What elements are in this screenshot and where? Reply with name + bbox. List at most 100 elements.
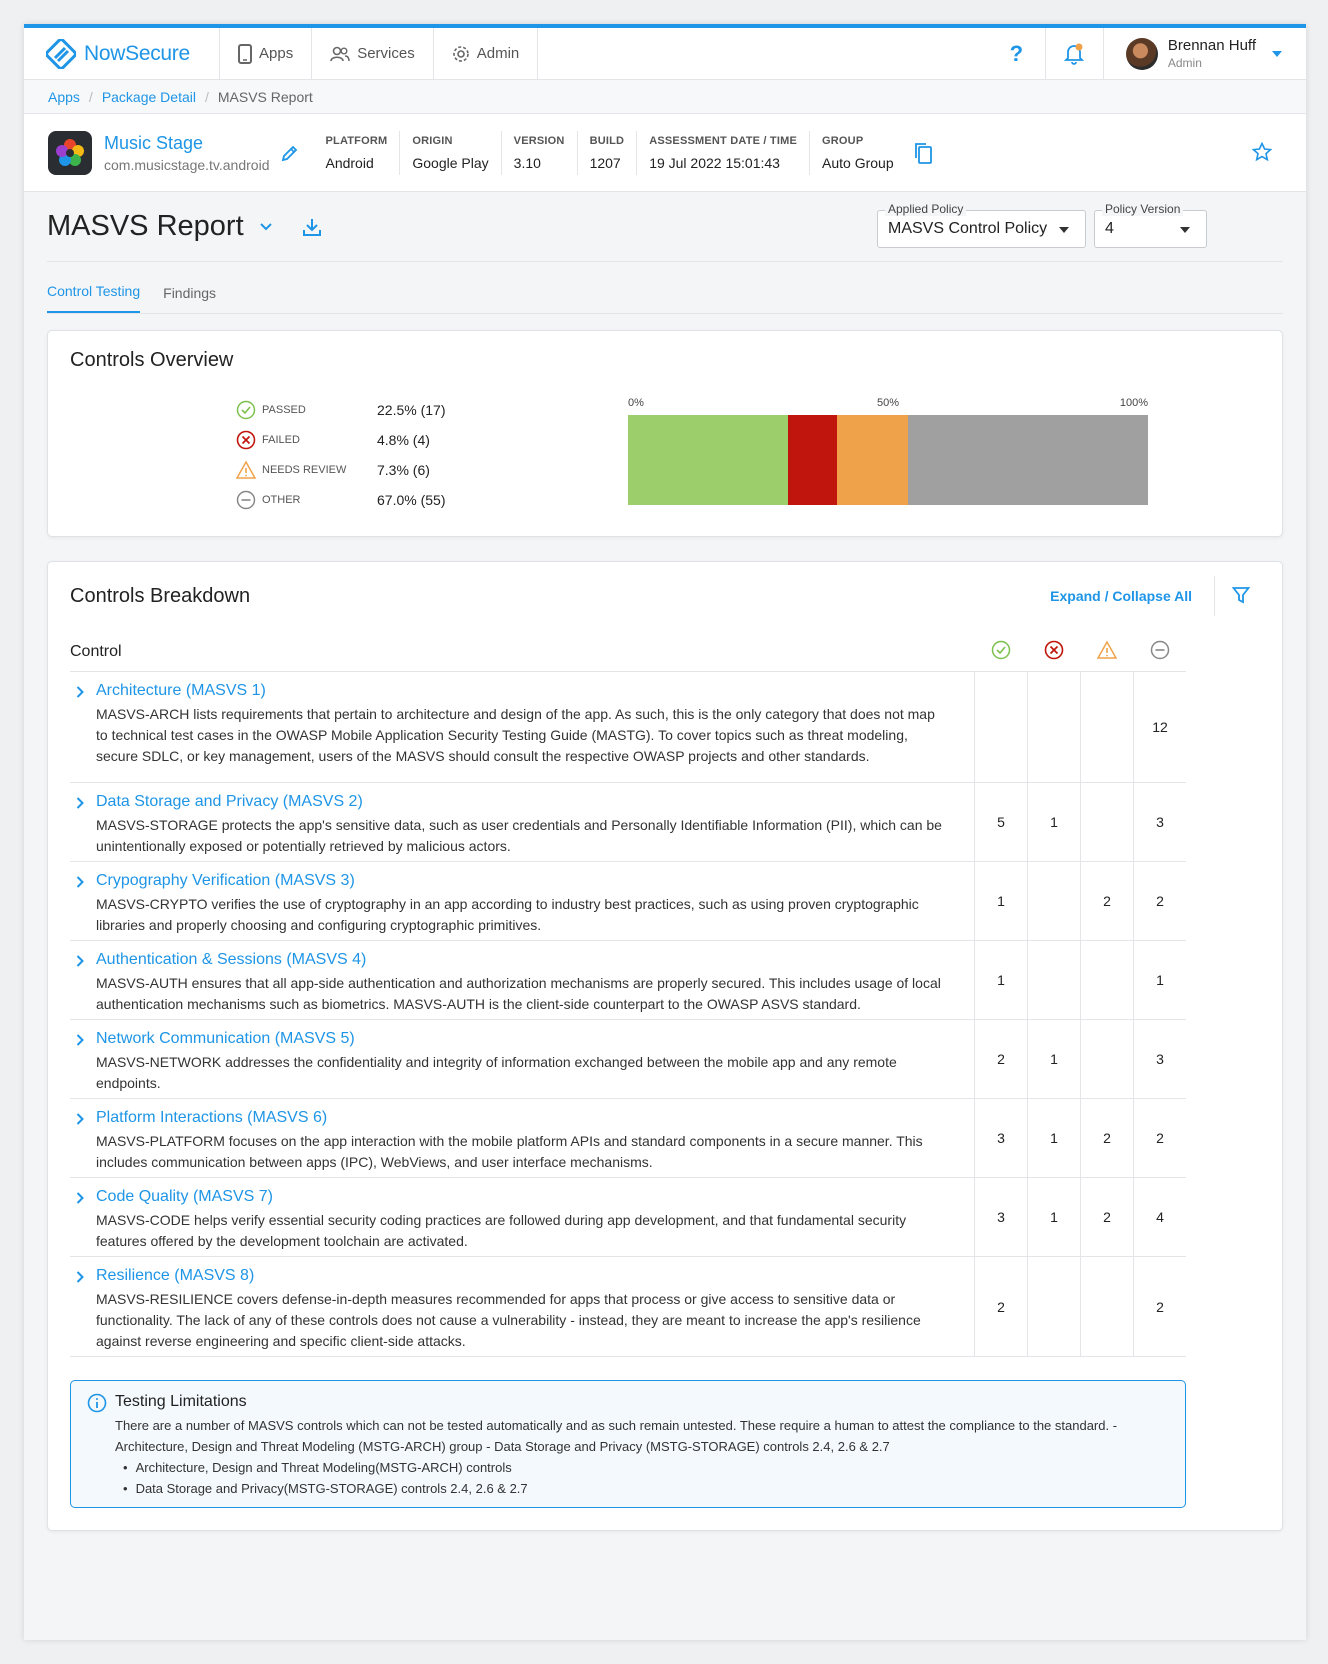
policy-version-label: Policy Version <box>1102 202 1184 216</box>
control-description: MASVS-CRYPTO verifies the use of cryptog… <box>96 896 919 933</box>
legend-value: 22.5% (17) <box>377 402 446 418</box>
copy-icon[interactable] <box>914 142 932 164</box>
applied-policy-value: MASVS Control Policy <box>888 220 1048 237</box>
meta-group: GROUP Auto Group <box>810 131 906 175</box>
logo[interactable]: NowSecure <box>24 28 220 79</box>
table-row[interactable]: Crypography Verification (MASVS 3) MASVS-… <box>70 862 1186 941</box>
select-arrow-icon <box>1059 227 1069 233</box>
tab-findings[interactable]: Findings <box>163 285 216 313</box>
controls-breakdown-title: Controls Breakdown <box>70 585 251 607</box>
count-passed: 3 <box>974 1178 1027 1256</box>
nowsecure-logo-icon <box>46 38 76 69</box>
table-body: Architecture (MASVS 1) MASVS-ARCH lists r… <box>70 672 1186 1357</box>
breadcrumb: Apps / Package Detail / MASVS Report <box>24 80 1306 114</box>
control-title[interactable]: Crypography Verification (MASVS 3) <box>96 872 944 890</box>
tab-control-testing[interactable]: Control Testing <box>47 283 141 313</box>
user-menu[interactable]: Brennan Huff Admin <box>1104 28 1306 79</box>
control-title[interactable]: Code Quality (MASVS 7) <box>96 1188 944 1206</box>
breadcrumb-package-detail[interactable]: Package Detail <box>102 89 196 105</box>
controls-table: Control Architecture (MASVS 1) MASVS-ARCH… <box>70 632 1186 1357</box>
count-needs-review <box>1080 672 1133 782</box>
control-description: MASVS-PLATFORM focuses on the app intera… <box>96 1133 923 1170</box>
policy-version-select[interactable]: Policy Version 4 <box>1094 202 1207 248</box>
table-row[interactable]: Resilience (MASVS 8) MASVS-RESILIENCE cov… <box>70 1257 1186 1357</box>
count-failed <box>1027 672 1080 782</box>
count-needs-review <box>1080 783 1133 861</box>
user-name: Brennan Huff <box>1167 37 1256 54</box>
caret-down-icon <box>1272 50 1282 57</box>
chevron-right-icon[interactable] <box>76 797 84 809</box>
chevron-right-icon[interactable] <box>76 1034 84 1046</box>
control-title[interactable]: Data Storage and Privacy (MASVS 2) <box>96 793 944 811</box>
meta-value: Auto Group <box>822 154 894 171</box>
meta-label: PLATFORM <box>325 134 388 147</box>
controls-breakdown-card: Controls Breakdown Expand / Collapse All… <box>47 561 1283 1531</box>
chevron-right-icon[interactable] <box>76 1113 84 1125</box>
control-title[interactable]: Resilience (MASVS 8) <box>96 1267 944 1285</box>
control-cell: Network Communication (MASVS 5) MASVS-NET… <box>70 1020 974 1098</box>
control-title[interactable]: Authentication & Sessions (MASVS 4) <box>96 951 944 969</box>
overview-bar-chart: 0% 50% 100% <box>628 397 1148 505</box>
filter-icon[interactable] <box>1232 586 1250 604</box>
chevron-right-icon[interactable] <box>76 955 84 967</box>
chevron-right-icon[interactable] <box>76 1192 84 1204</box>
control-description: MASVS-ARCH lists requirements that perta… <box>96 706 935 764</box>
meta-origin: ORIGIN Google Play <box>400 130 502 175</box>
column-passed <box>974 640 1027 663</box>
chevron-right-icon[interactable] <box>76 876 84 888</box>
breadcrumb-current: MASVS Report <box>217 88 313 105</box>
count-other: 2 <box>1133 1257 1186 1356</box>
nav-services[interactable]: Services <box>312 28 434 79</box>
app-icon <box>48 130 92 175</box>
breadcrumb-separator: / <box>88 88 93 105</box>
nav-apps[interactable]: Apps <box>220 28 313 79</box>
applied-policy-select[interactable]: Applied Policy MASVS Control Policy <box>877 202 1086 248</box>
notifications-button[interactable] <box>1046 28 1104 79</box>
count-passed: 1 <box>974 941 1027 1019</box>
app-package: com.musicstage.tv.android <box>104 156 270 173</box>
control-cell: Data Storage and Privacy (MASVS 2) MASVS-… <box>70 783 974 861</box>
expand-collapse-all-button[interactable]: Expand / Collapse All <box>1050 588 1192 604</box>
count-needs-review: 2 <box>1080 1178 1133 1256</box>
x-circle-icon <box>1044 640 1063 660</box>
legend-value: 7.3% (6) <box>377 462 430 478</box>
table-row[interactable]: Platform Interactions (MASVS 6) MASVS-PLA… <box>70 1099 1186 1178</box>
breadcrumb-apps[interactable]: Apps <box>48 89 80 105</box>
count-other: 3 <box>1133 783 1186 861</box>
music-stage-logo-icon <box>56 138 84 166</box>
download-icon[interactable] <box>302 217 322 237</box>
x-circle-icon <box>236 430 256 450</box>
control-cell: Code Quality (MASVS 7) MASVS-CODE helps v… <box>70 1178 974 1256</box>
table-row[interactable]: Data Storage and Privacy (MASVS 2) MASVS-… <box>70 783 1186 862</box>
help-button[interactable]: ? <box>988 28 1046 79</box>
count-needs-review <box>1080 1020 1133 1098</box>
chevron-right-icon[interactable] <box>76 1271 84 1283</box>
star-icon[interactable] <box>1252 142 1272 162</box>
count-needs-review: 2 <box>1080 862 1133 940</box>
meta-version: VERSION 3.10 <box>502 130 578 175</box>
legend-value: 4.8% (4) <box>377 432 430 448</box>
control-title[interactable]: Architecture (MASVS 1) <box>96 682 944 700</box>
divider <box>1214 576 1215 616</box>
control-cell: Architecture (MASVS 1) MASVS-ARCH lists r… <box>70 672 974 782</box>
table-row[interactable]: Code Quality (MASVS 7) MASVS-CODE helps v… <box>70 1178 1186 1257</box>
table-row[interactable]: Architecture (MASVS 1) MASVS-ARCH lists r… <box>70 672 1186 783</box>
tick-0: 0% <box>628 397 644 409</box>
main-content: MASVS Report Applied Policy MASVS Contro… <box>24 192 1306 1531</box>
count-other: 2 <box>1133 862 1186 940</box>
legend-passed: PASSED 22.5% (17) <box>236 395 445 425</box>
control-title[interactable]: Platform Interactions (MASVS 6) <box>96 1109 944 1127</box>
pencil-icon[interactable] <box>281 144 299 162</box>
table-row[interactable]: Network Communication (MASVS 5) MASVS-NET… <box>70 1020 1186 1099</box>
tab-bar: Control Testing Findings <box>47 262 1283 314</box>
chevron-down-icon[interactable] <box>259 222 272 231</box>
testing-limitations: Testing Limitations There are a number o… <box>70 1380 1186 1508</box>
chevron-right-icon[interactable] <box>76 686 84 698</box>
app-name[interactable]: Music Stage <box>104 133 269 154</box>
policy-version-value: 4 <box>1105 220 1114 237</box>
table-row[interactable]: Authentication & Sessions (MASVS 4) MASVS… <box>70 941 1186 1020</box>
nav-admin[interactable]: Admin <box>434 28 539 79</box>
check-circle-icon <box>236 400 256 420</box>
control-title[interactable]: Network Communication (MASVS 5) <box>96 1030 944 1048</box>
control-description: MASVS-NETWORK addresses the confidential… <box>96 1054 897 1091</box>
